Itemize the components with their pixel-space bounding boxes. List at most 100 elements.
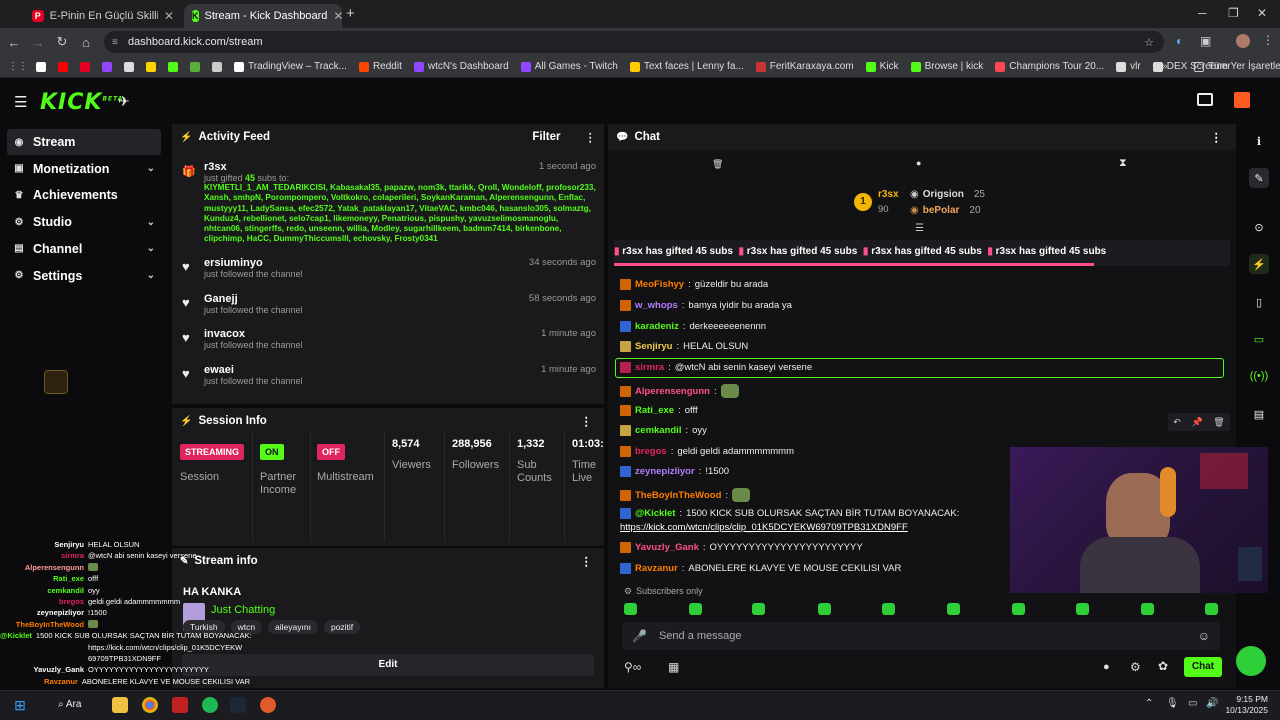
layout-icon[interactable]: ▤ (1249, 404, 1269, 424)
sidebar-item-settings[interactable]: ⚙ Settings ⌄ (7, 263, 161, 289)
chat-username[interactable]: Yavuzly_Gank (635, 542, 699, 553)
bookmark-item[interactable]: Kick (865, 61, 899, 72)
pin-icon[interactable]: 📌 (1191, 417, 1202, 428)
tag-chip[interactable]: aileyayını (268, 620, 318, 634)
window-close-icon[interactable]: ✕ (1257, 6, 1267, 20)
emote-icon[interactable] (818, 603, 831, 615)
extensions-puzzle-icon[interactable]: ▣ (1200, 34, 1211, 48)
document-icon[interactable]: ▯ (1249, 292, 1269, 312)
chat-username[interactable]: zeynepizliyor (635, 466, 695, 477)
volume-icon[interactable]: 🔊 (1206, 698, 1218, 709)
bookmark-item[interactable]: All Games - Twitch (520, 61, 618, 72)
extension-icon[interactable]: ◐ (1176, 34, 1183, 48)
bookmark-item[interactable]: FeritKaraxaya.com (755, 61, 854, 72)
app-icon[interactable] (172, 697, 188, 713)
chat-username[interactable]: Rati_exe (635, 405, 674, 416)
bookmark-item[interactable] (190, 61, 200, 72)
people-icon[interactable]: ⚲∞ (624, 660, 641, 674)
bookmark-item[interactable] (80, 61, 90, 72)
target-icon[interactable]: ⊙ (1249, 217, 1269, 237)
store-icon[interactable]: ▦ (668, 660, 679, 674)
filter-button[interactable]: Filter (532, 131, 560, 143)
chat-rail-icon[interactable]: ▭ (1249, 329, 1269, 349)
bookmark-item[interactable] (124, 61, 134, 72)
tray-chevron-icon[interactable]: ⌃ (1145, 698, 1153, 709)
emote-icon[interactable] (1076, 603, 1089, 615)
edit-pencil-icon[interactable]: ✎ (1249, 168, 1269, 188)
emote-icon[interactable] (624, 603, 637, 615)
chat-username[interactable]: Senjiryu (635, 341, 673, 352)
emote-icon[interactable] (1141, 603, 1154, 615)
firefox-icon[interactable] (260, 697, 276, 713)
pinned-icon[interactable]: ☰ (915, 223, 924, 234)
close-tab-icon[interactable]: ✕ (164, 9, 174, 23)
new-tab-button[interactable]: + (346, 5, 355, 22)
url-field[interactable]: ≡ dashboard.kick.com/stream ☆ (104, 31, 1164, 53)
microphone-icon[interactable]: 🎤 (632, 629, 647, 643)
reload-icon[interactable]: ↻ (50, 34, 74, 50)
menu-dots-icon[interactable]: ⋮ (1262, 33, 1274, 47)
gear-icon[interactable]: ⚙ (1130, 660, 1141, 674)
kick-logo[interactable]: KICKBETA (40, 90, 123, 115)
broadcast-icon[interactable]: ((•)) (1249, 366, 1269, 386)
emote-icon[interactable] (1012, 603, 1025, 615)
emote-icon[interactable]: ✿ (1158, 659, 1168, 673)
file-explorer-icon[interactable] (112, 697, 128, 713)
panel-menu-icon[interactable]: ⋮ (581, 554, 593, 568)
lightning-rail-icon[interactable]: ⚡ (1249, 254, 1269, 274)
stream-preview-icon[interactable] (1197, 93, 1213, 106)
chat-username[interactable]: Alperensengunn (635, 386, 710, 397)
clock[interactable]: 9:15 PM 10/13/2025 (1222, 694, 1268, 716)
apps-grid-icon[interactable]: ⋮⋮ (8, 61, 28, 72)
multistream-badge[interactable]: OFF (317, 444, 345, 460)
bookmark-item[interactable] (168, 61, 178, 72)
channel-avatar[interactable] (1234, 92, 1250, 108)
steam-icon[interactable] (230, 697, 246, 713)
windows-start-icon[interactable]: ⊞ (12, 697, 28, 713)
bookmark-item[interactable]: vlr (1116, 61, 1141, 72)
spotify-icon[interactable] (202, 697, 218, 713)
hamburger-menu-icon[interactable]: ☰ (14, 93, 27, 111)
bookmark-item[interactable]: Text faces | Lenny fa... (629, 61, 744, 72)
chat-icon[interactable]: ● (916, 158, 921, 168)
panel-menu-icon[interactable]: ⋮ (1211, 130, 1223, 144)
sidebar-item-monetization[interactable]: ▣ Monetization ⌄ (7, 156, 161, 182)
emote-icon[interactable] (752, 603, 765, 615)
emoji-icon[interactable]: ☺ (1198, 629, 1210, 643)
hourglass-icon[interactable]: ⧗ (1119, 157, 1127, 170)
sidebar-item-studio[interactable]: ⚙ Studio ⌄ (7, 209, 161, 235)
sidebar-item-achievements[interactable]: ♛ Achievements (7, 182, 161, 208)
chat-username[interactable]: Ravzanur (635, 563, 678, 574)
sidebar-item-stream[interactable]: ◉ Stream (7, 129, 161, 155)
bookmark-item[interactable]: Champions Tour 20... (995, 61, 1104, 72)
bookmark-star-icon[interactable]: ☆ (1144, 36, 1154, 49)
sidebar-item-channel[interactable]: ▤ Channel ⌄ (7, 236, 161, 262)
chat-username[interactable]: w_whops (635, 300, 678, 311)
taskbar-search[interactable]: ⌕ Ara (58, 699, 81, 710)
chat-username[interactable]: TheBoyInTheWood (635, 490, 721, 501)
tag-chip[interactable]: pozitif (323, 620, 361, 634)
delete-icon[interactable]: 🗑 (1213, 417, 1224, 428)
bookmark-item[interactable] (146, 61, 156, 72)
tab-pinterest[interactable]: P E-Pinin En Güçlü Skilli - Pindirin ✕ (24, 4, 182, 28)
minimize-icon[interactable]: ─ (1198, 6, 1207, 20)
emote-icon[interactable] (689, 603, 702, 615)
bookmark-item[interactable] (212, 61, 222, 72)
chat-bubble-icon[interactable]: ● (1103, 661, 1110, 673)
chat-username[interactable]: MeoFishyy (635, 279, 684, 290)
site-info-icon[interactable]: ≡ (112, 37, 118, 48)
rocket-icon[interactable]: ✈ (118, 93, 130, 110)
back-icon[interactable]: ← (2, 35, 26, 50)
microphone-tray-icon[interactable]: 🎙 (1166, 698, 1179, 709)
maximize-icon[interactable]: ❐ (1228, 6, 1239, 20)
info-icon[interactable]: ℹ (1249, 131, 1269, 151)
tab-kick-dashboard[interactable]: K Stream - Kick Dashboard ✕ (184, 4, 343, 28)
chrome-icon[interactable] (142, 697, 158, 713)
help-support-icon[interactable] (1236, 646, 1266, 676)
chat-send-button[interactable]: Chat (1184, 657, 1222, 677)
partner-income-badge[interactable]: ON (260, 444, 284, 460)
bookmark-item[interactable] (102, 61, 112, 72)
all-bookmarks[interactable]: Tüm Yer İşaretleri (1194, 61, 1280, 72)
bookmark-item[interactable] (36, 61, 46, 72)
forward-icon[interactable]: → (26, 35, 50, 50)
